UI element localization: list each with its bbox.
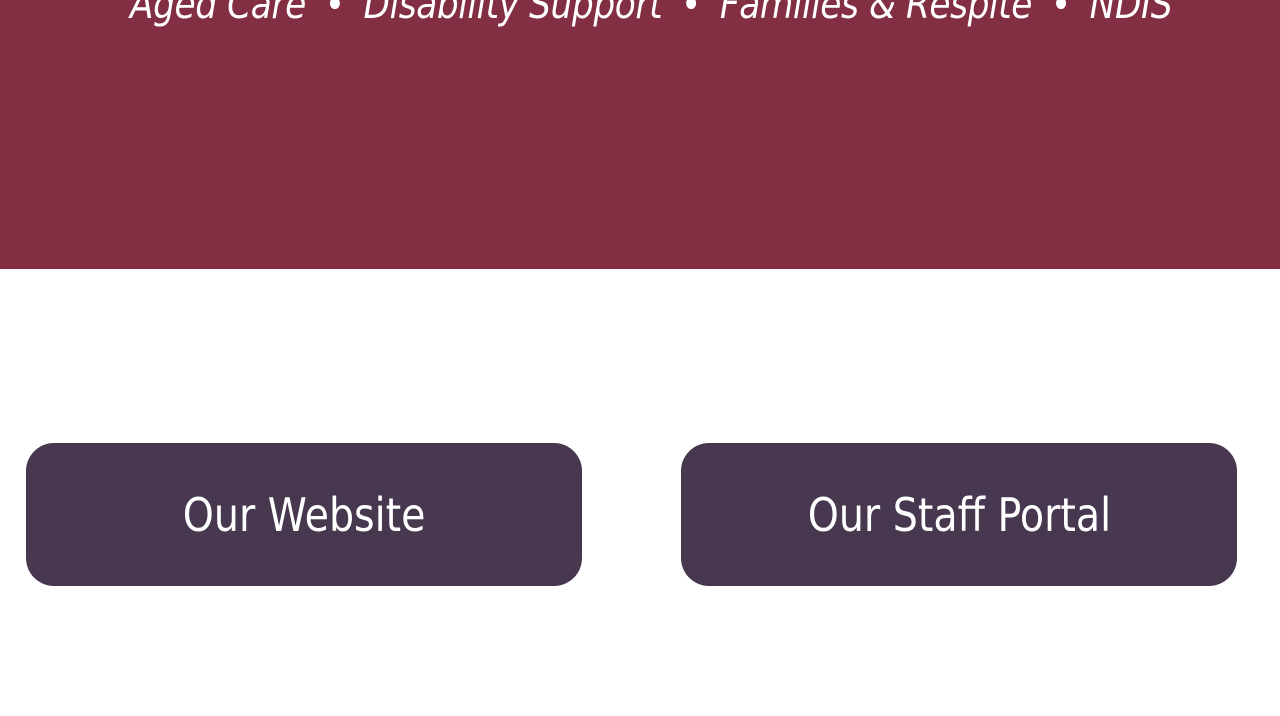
links-section: Our Website Our Staff Portal: [0, 269, 1280, 716]
service-families-respite: Families & Respite: [719, 0, 1033, 28]
our-website-button[interactable]: Our Website: [26, 443, 582, 586]
service-disability-support: Disability Support: [363, 0, 663, 28]
staff-portal-button[interactable]: Our Staff Portal: [681, 443, 1237, 586]
bullet-separator: •: [324, 0, 345, 28]
bullet-separator: •: [681, 0, 701, 28]
service-aged-care: Aged Care: [130, 0, 306, 28]
service-ndis: NDIS: [1089, 0, 1173, 28]
hero-banner: Aged Care • Disability Support • Families & …: [0, 0, 1280, 269]
our-website-label: Our Website: [182, 487, 426, 542]
bullet-separator: •: [1050, 0, 1071, 28]
services-tagline: Aged Care • Disability Support • Families & …: [130, 0, 1173, 32]
staff-portal-label: Our Staff Portal: [807, 487, 1111, 542]
